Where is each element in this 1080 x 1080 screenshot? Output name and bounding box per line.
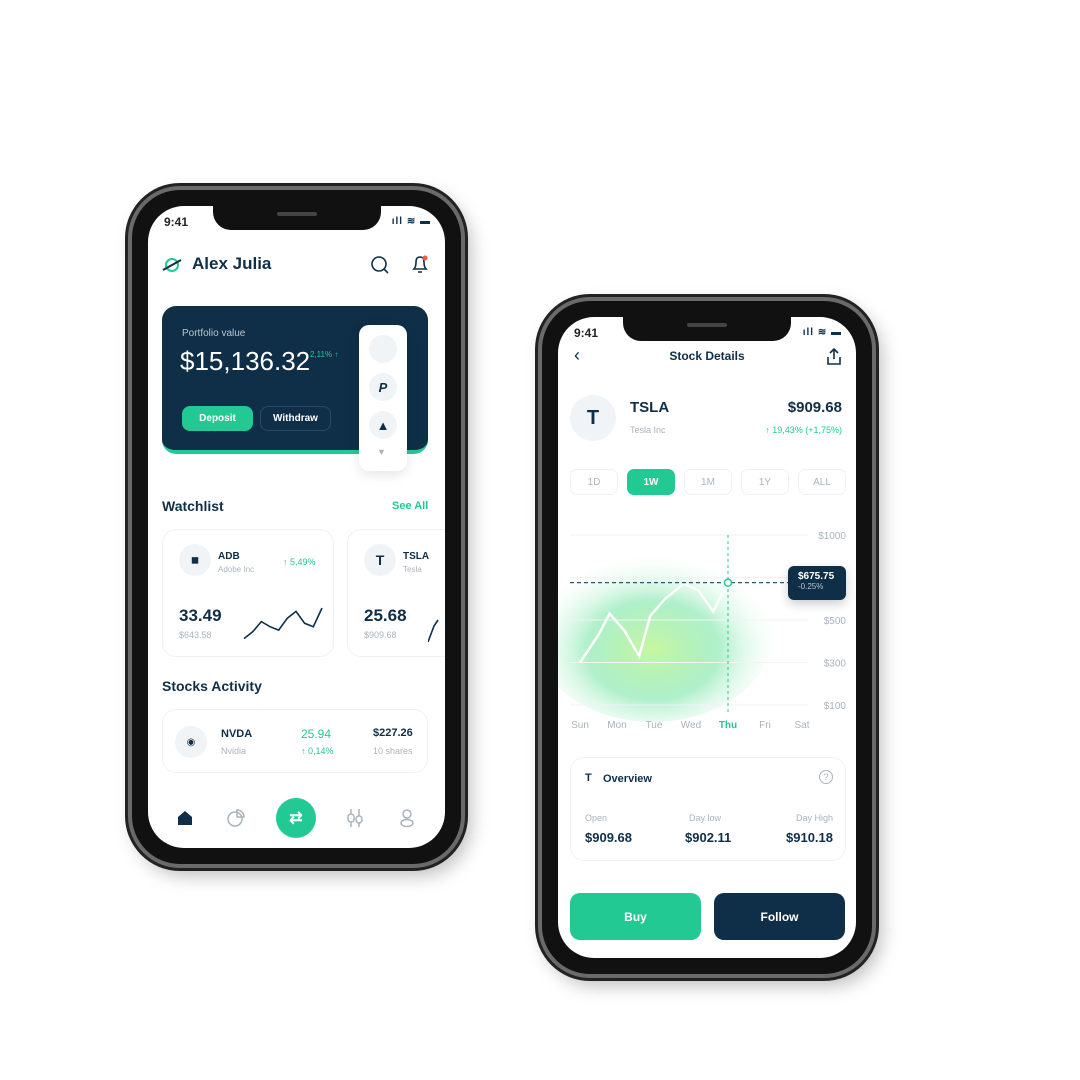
amount: $227.26	[373, 727, 413, 739]
tab-1y[interactable]: 1Y	[741, 469, 789, 495]
tooltip-change: -0.25%	[798, 581, 824, 591]
stat-label: Open	[585, 813, 608, 823]
change: ↑ 5,49%	[283, 557, 316, 567]
search-icon[interactable]	[370, 255, 390, 275]
notch	[212, 206, 381, 230]
ticker: TSLA	[403, 551, 430, 562]
page-title: Stock Details	[669, 349, 745, 363]
stat-label: Day low	[689, 813, 722, 823]
status-icons: ıll ≋ ▬	[391, 216, 431, 227]
stat-value: $910.18	[786, 830, 833, 845]
sparkline	[428, 619, 439, 643]
portfolio-label: Portfolio value	[182, 328, 246, 339]
value: 25.68	[364, 606, 407, 625]
nvidia-icon: ◉	[175, 726, 207, 758]
bottom-nav: ⇄	[148, 796, 445, 840]
stat-value: $909.68	[585, 830, 632, 845]
company-name: Tesla	[403, 565, 422, 574]
transfer-icon[interactable]: ⇄	[276, 798, 316, 838]
tab-all[interactable]: ALL	[798, 469, 846, 495]
tesla-icon: T	[364, 544, 396, 576]
stock-ticker: TSLA	[630, 399, 670, 416]
watchlist-title: Watchlist	[162, 498, 224, 514]
value: 25.94	[301, 727, 332, 741]
change: ↑ 0,14%	[301, 746, 334, 756]
watchlist-card-tsla[interactable]: T TSLA Tesla 25.68 $909.68	[347, 529, 445, 657]
x-tick-label: Wed	[681, 720, 701, 731]
stock-name: Tesla Inc	[630, 425, 666, 435]
home-phone: 9:41 ıll ≋ ▬ Alex Julia Portfolio value …	[128, 186, 465, 868]
details-phone: 9:41 ıll ≋ ▬ ‹ Stock Details T TSLA Tesl…	[538, 297, 876, 978]
pie-chart-icon[interactable]	[226, 808, 246, 828]
deposit-button[interactable]: Deposit	[182, 406, 253, 431]
stat-value: $902.11	[685, 830, 732, 845]
paypal-icon[interactable]: P	[369, 373, 397, 401]
overview-title: Overview	[603, 773, 652, 785]
y-tick-label: $1000	[818, 531, 846, 542]
x-tick-label: Sun	[571, 720, 589, 731]
bell-icon[interactable]	[410, 254, 430, 276]
x-tick-label: Thu	[719, 720, 737, 731]
ticker: NVDA	[221, 728, 253, 740]
price: $643.58	[179, 630, 212, 640]
candlestick-icon[interactable]	[345, 808, 365, 828]
sparkline	[243, 607, 323, 640]
buy-button[interactable]: Buy	[570, 893, 701, 940]
tooltip-value: $675.75	[798, 570, 835, 582]
chevron-down-icon[interactable]: ▼	[377, 447, 386, 457]
ticker: ADB	[218, 551, 240, 562]
value: 33.49	[179, 606, 222, 625]
stock-change: ↑ 19,43% (+1,75%)	[765, 425, 842, 435]
y-tick-label: $300	[824, 659, 847, 670]
see-all-link[interactable]: See All	[392, 500, 428, 512]
status-time: 9:41	[574, 326, 599, 340]
tab-1d[interactable]: 1D	[570, 469, 618, 495]
price: $909.68	[364, 630, 397, 640]
crosshair-point	[723, 578, 733, 587]
status-icons: ıll ≋ ▬	[802, 327, 842, 338]
apple-icon[interactable]	[369, 335, 397, 363]
status-time: 9:41	[164, 215, 189, 229]
details-screen: 9:41 ıll ≋ ▬ ‹ Stock Details T TSLA Tesl…	[558, 317, 856, 958]
tab-1m[interactable]: 1M	[684, 469, 732, 495]
share-icon[interactable]	[824, 347, 844, 367]
planet-icon	[162, 258, 182, 272]
payment-methods-panel: P ▲ ▼	[359, 325, 407, 471]
withdraw-button[interactable]: Withdraw	[260, 406, 331, 431]
tab-1w[interactable]: 1W	[627, 469, 675, 495]
x-tick-label: Sat	[794, 720, 809, 731]
company-name: Adobe Inc	[218, 565, 255, 574]
activity-title: Stocks Activity	[162, 678, 262, 694]
stock-price: $909.68	[787, 399, 842, 416]
price-chart[interactable]: $1000$700$500$300$100SunMonTueWedThuFriS…	[558, 517, 856, 737]
y-tick-label: $500	[824, 616, 847, 627]
atlassian-icon[interactable]: ▲	[369, 411, 397, 439]
profile-icon[interactable]	[398, 808, 416, 828]
chart-glow	[558, 542, 773, 722]
price-tooltip: $675.75 -0.25%	[788, 565, 846, 600]
stat-label: Day High	[795, 813, 833, 823]
tesla-small-icon: T	[585, 772, 592, 784]
home-screen: 9:41 ıll ≋ ▬ Alex Julia Portfolio value …	[148, 206, 445, 848]
shares: 10 shares	[373, 746, 413, 756]
range-tabs: 1D 1W 1M 1Y ALL	[570, 469, 850, 497]
y-tick-label: $100	[824, 701, 847, 712]
user-name: Alex Julia	[192, 254, 272, 273]
watchlist-card-adb[interactable]: ◼ ADB Adobe Inc ↑ 5,49% 33.49 $643.58	[162, 529, 334, 657]
portfolio-value: $15,136.32	[180, 346, 311, 376]
activity-row-nvda[interactable]: ◉ NVDA Nvidia 25.94 ↑ 0,14% $227.26 10 s…	[162, 709, 428, 773]
home-icon[interactable]	[176, 809, 194, 827]
adobe-icon: ◼	[179, 544, 211, 576]
tesla-logo: T	[570, 395, 616, 441]
company-name: Nvidia	[221, 746, 247, 756]
follow-button[interactable]: Follow	[714, 893, 845, 940]
x-tick-label: Tue	[646, 720, 663, 731]
x-tick-label: Fri	[759, 720, 771, 731]
x-tick-label: Mon	[607, 720, 626, 731]
help-icon[interactable]: ?	[819, 770, 833, 784]
notch	[623, 317, 791, 341]
portfolio-change: 2,11% ↑	[310, 350, 339, 359]
overview-card: T Overview ? Open $909.68 Day low $902.1…	[570, 757, 846, 861]
